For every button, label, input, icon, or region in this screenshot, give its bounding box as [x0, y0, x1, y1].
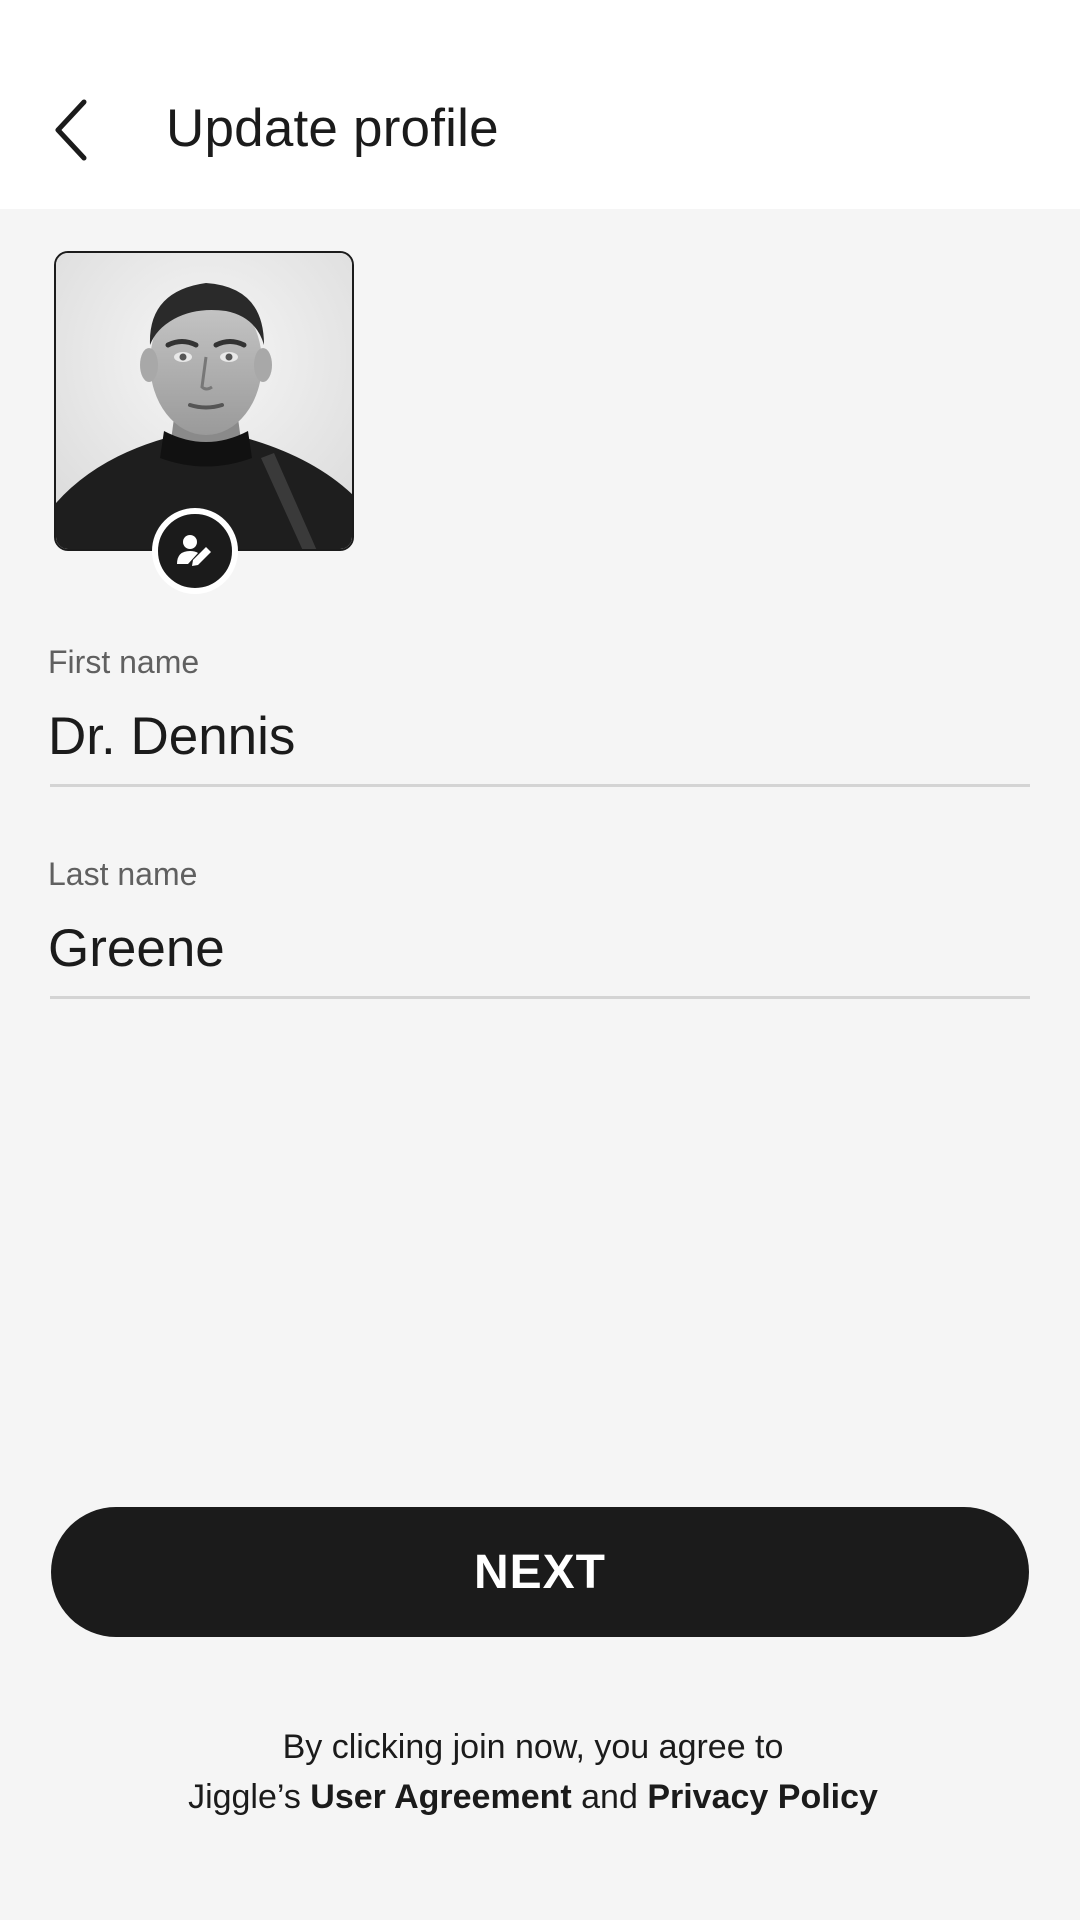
last-name-label: Last name [48, 856, 198, 892]
last-name-field[interactable] [48, 916, 1028, 980]
back-button[interactable] [30, 90, 110, 170]
legal-line-2: Jiggle’s User Agreement and Privacy Poli… [0, 1772, 1066, 1822]
chevron-left-icon [55, 99, 87, 161]
legal-line-1: By clicking join now, you agree to [282, 1728, 784, 1766]
edit-photo-button[interactable] [152, 508, 238, 594]
first-name-underline [50, 784, 1030, 787]
top-app-bar: Update profile [0, 0, 1080, 209]
privacy-policy-link[interactable]: Privacy Policy [647, 1778, 878, 1816]
next-button[interactable]: NEXT [51, 1507, 1029, 1637]
last-name-underline [50, 996, 1030, 999]
legal-notice: By clicking join now, you agree to Jiggl… [0, 1722, 1066, 1822]
user-edit-icon [177, 535, 211, 566]
profile-photo[interactable] [54, 251, 354, 551]
first-name-label: First name [48, 644, 200, 680]
first-name-field[interactable] [48, 704, 1028, 768]
user-agreement-link[interactable]: User Agreement [310, 1778, 571, 1816]
legal-and: and [571, 1778, 648, 1816]
page-title: Update profile [166, 99, 499, 158]
legal-prefix: Jiggle’s [188, 1778, 311, 1816]
avatar-image [56, 253, 352, 549]
